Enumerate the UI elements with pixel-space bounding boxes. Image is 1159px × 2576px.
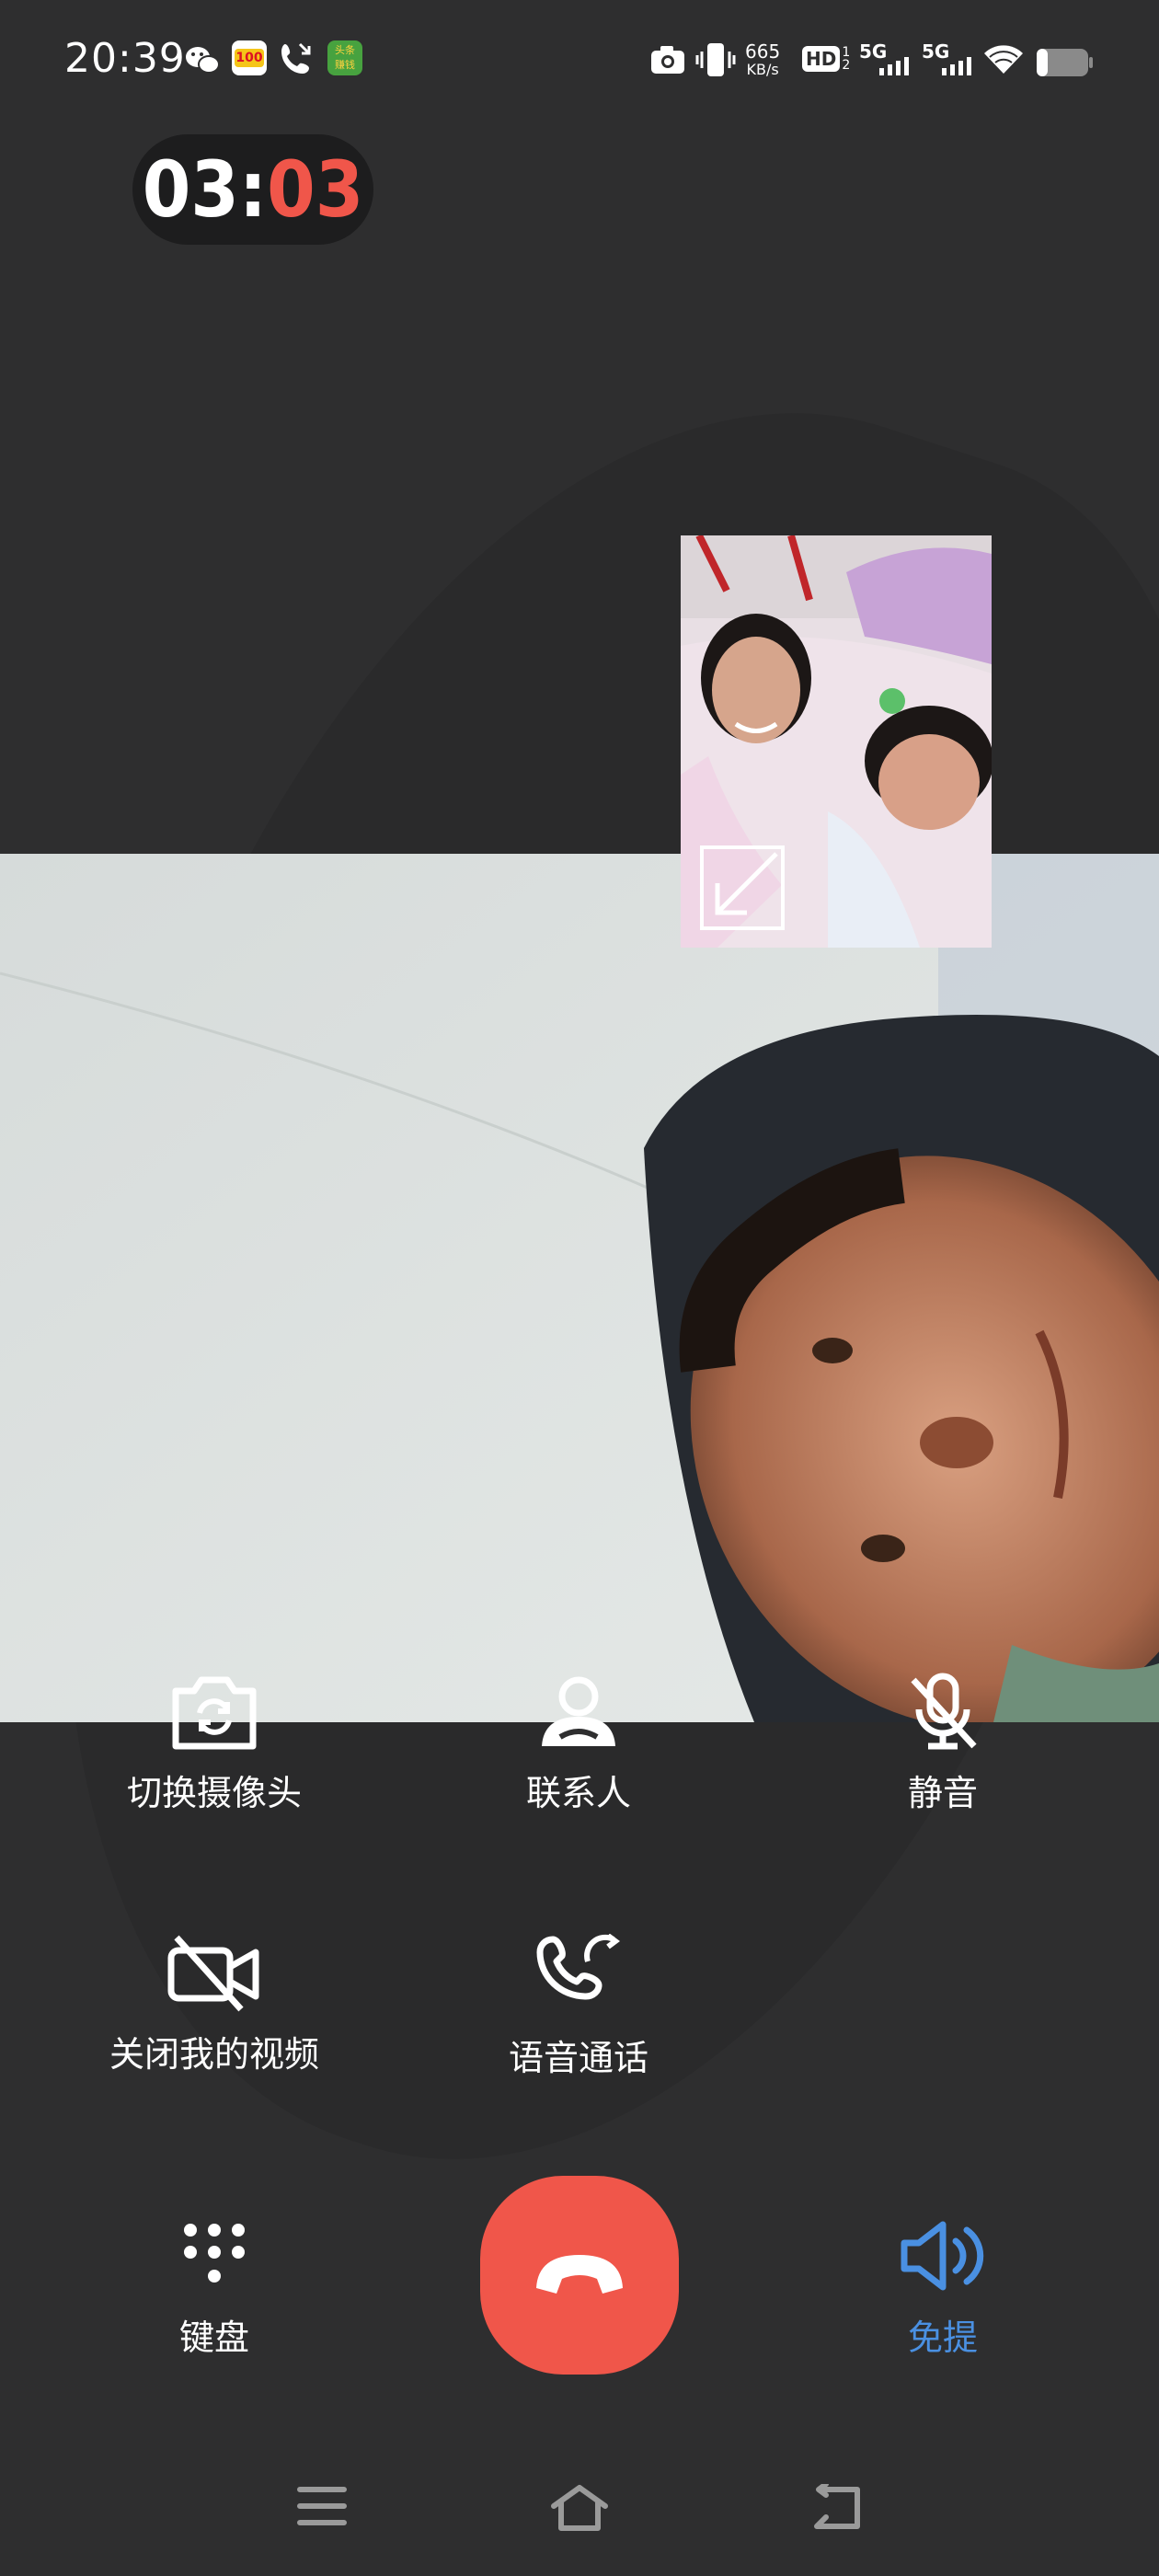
hd-label: HD (802, 46, 841, 72)
app-toutiao-icon: 头条 赚钱 (327, 40, 362, 75)
switch-camera-label: 切换摄像头 (126, 1773, 302, 1813)
missed-call-icon (278, 40, 315, 81)
phone-switch-icon (536, 1934, 620, 2000)
menu-nav-button[interactable] (296, 2484, 348, 2532)
video-off-icon (167, 1935, 259, 2012)
signal-sim2: 5G (922, 40, 971, 75)
voice-call-label: 语音通话 (508, 2038, 648, 2078)
remote-video[interactable] (0, 854, 1159, 1722)
status-time: 20:39 (64, 35, 186, 82)
speaker-label: 免提 (907, 2317, 978, 2358)
timer-minutes: 03 (142, 144, 239, 235)
wechat-icon (184, 44, 221, 81)
person-icon (542, 1676, 615, 1746)
battery-icon (1036, 48, 1095, 81)
menu-icon (297, 2487, 347, 2525)
dialpad-icon (184, 2224, 245, 2283)
contacts-button[interactable]: 联系人 (431, 1673, 726, 1815)
wifi-icon (982, 42, 1025, 79)
switch-camera-icon (172, 1676, 257, 1750)
end-call-button[interactable] (480, 2176, 679, 2375)
call-timer: 03:03 (132, 134, 373, 245)
mute-label: 静音 (907, 1773, 978, 1813)
home-nav-button[interactable] (548, 2484, 611, 2536)
keypad-label: 键盘 (178, 2317, 249, 2358)
back-nav-button[interactable] (809, 2481, 865, 2536)
turn-off-video-button[interactable]: 关闭我的视频 (67, 1934, 361, 2076)
net-speed-value: 665 (745, 40, 781, 63)
timer-seconds: 03 (267, 144, 364, 235)
signal-sim1: 5G (859, 40, 909, 75)
contacts-label: 联系人 (525, 1773, 631, 1813)
back-icon (814, 2481, 860, 2529)
minimize-preview-icon[interactable] (699, 845, 786, 935)
voice-call-button[interactable]: 语音通话 (431, 1934, 726, 2080)
camera-icon (649, 44, 686, 79)
vibrate-icon (695, 40, 736, 83)
mic-off-icon (911, 1673, 977, 1750)
speaker-button[interactable]: 免提 (796, 2219, 1090, 2360)
net-speed: 665 KB/s (745, 42, 780, 79)
timer-separator: : (238, 144, 268, 235)
net-speed-unit: KB/s (746, 61, 779, 78)
app-100-icon: 100 (232, 40, 267, 75)
switch-camera-button[interactable]: 切换摄像头 (67, 1673, 361, 1815)
mute-button[interactable]: 静音 (796, 1673, 1090, 1815)
hang-up-icon (536, 2255, 623, 2294)
turn-off-video-label: 关闭我的视频 (109, 2034, 319, 2075)
local-video-preview[interactable] (681, 535, 992, 948)
speaker-icon (901, 2221, 984, 2291)
home-icon (551, 2485, 608, 2531)
hd-voice-badge: HD 12 (802, 46, 850, 72)
keypad-button[interactable]: 键盘 (67, 2219, 361, 2360)
